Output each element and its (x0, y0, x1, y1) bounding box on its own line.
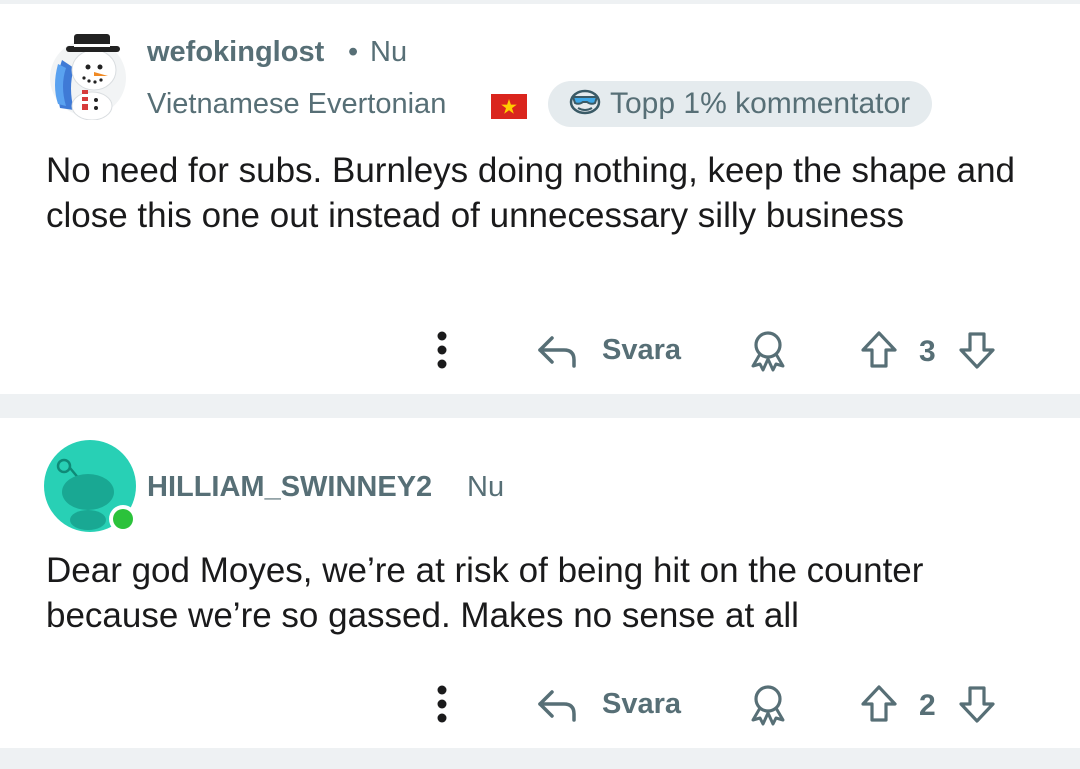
vote-count: 2 (919, 689, 936, 722)
reply-label: Svara (602, 687, 682, 720)
award-icon[interactable] (744, 682, 792, 726)
user-avatar-snowman[interactable] (48, 12, 132, 121)
more-options-icon[interactable] (424, 328, 460, 372)
sunglasses-snoo-icon (568, 85, 610, 123)
reply-label: Svara (602, 333, 682, 366)
upvote-arrow-icon[interactable] (856, 328, 902, 372)
vote-count: 3 (919, 335, 936, 368)
downvote-arrow-icon[interactable] (954, 328, 1000, 372)
badge-label: Topp 1% kommentator (610, 87, 911, 120)
comment-1: wefokinglost • Nu Vietnamese Evertonian … (0, 4, 1080, 394)
user-avatar-snoo[interactable] (44, 440, 137, 533)
reply-button[interactable]: Svara (536, 678, 681, 730)
reply-icon (536, 684, 580, 724)
top-commenter-badge[interactable]: Topp 1% kommentator (548, 81, 933, 127)
reply-button[interactable]: Svara (536, 324, 681, 376)
comment-body: No need for subs. Burnleys doing nothing… (46, 151, 1016, 235)
comment-actions: Svara 3 (0, 320, 1080, 380)
comment-actions: Svara 2 (0, 674, 1080, 734)
more-options-icon[interactable] (424, 682, 460, 726)
reply-icon (536, 330, 580, 370)
comment-body: Dear god Moyes, we’re at risk of being h… (46, 551, 924, 635)
award-icon[interactable] (744, 328, 792, 372)
timestamp: Nu (370, 36, 408, 68)
username[interactable]: HILLIAM_SWINNEY2 (147, 471, 432, 504)
comment-divider (0, 748, 1080, 769)
user-flair: Vietnamese Evertonian (147, 88, 447, 120)
meta-separator: • (348, 36, 359, 68)
timestamp: Nu (467, 471, 505, 503)
vietnam-flag-icon (491, 94, 527, 119)
upvote-arrow-icon[interactable] (856, 682, 902, 726)
comment-divider (0, 394, 1080, 418)
username[interactable]: wefokinglost (147, 36, 324, 69)
comment-2: HILLIAM_SWINNEY2 Nu Dear god Moyes, we’r… (0, 418, 1080, 748)
downvote-arrow-icon[interactable] (954, 682, 1000, 726)
